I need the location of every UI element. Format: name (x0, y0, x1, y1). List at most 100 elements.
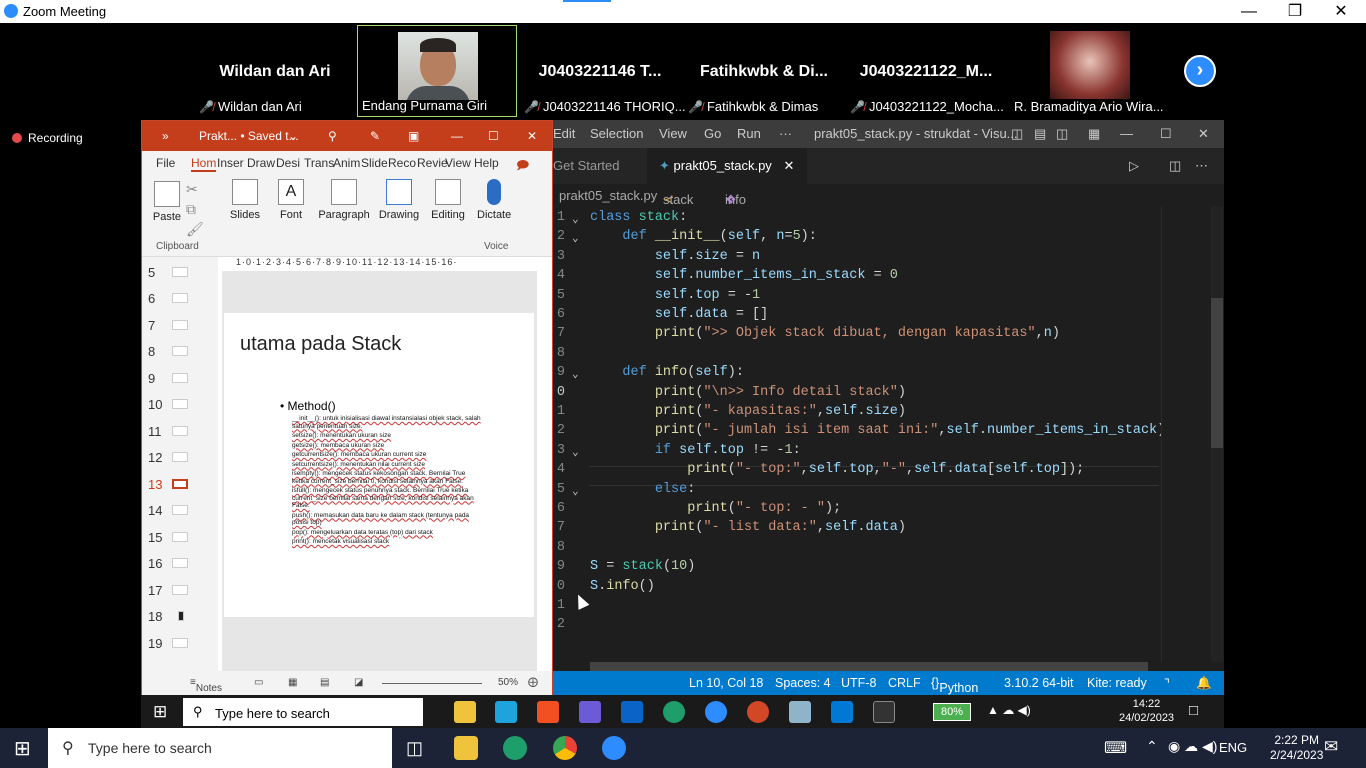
pen-icon[interactable]: ✎ (370, 129, 380, 143)
slide-thumbnail[interactable]: 19 (148, 636, 208, 651)
reading-view-icon[interactable]: ▤ (320, 677, 329, 688)
tab-animations[interactable]: Anim (333, 156, 360, 170)
menu-run[interactable]: Run (737, 126, 761, 141)
slide-thumbnail[interactable]: 9 (148, 371, 208, 386)
code-line[interactable]: print("- jumlah isi item saat ini:",self… (590, 423, 1165, 442)
app-icon[interactable] (579, 701, 601, 723)
layout-icon[interactable]: ▦ (1088, 126, 1100, 142)
action-center-icon[interactable]: □ (1189, 702, 1198, 719)
slideshow-icon[interactable]: ◪ (354, 677, 363, 688)
code-line[interactable]: if self.top != -1: (590, 443, 801, 462)
dictate-button[interactable]: Dictate (477, 179, 511, 221)
mail-icon[interactable] (621, 701, 643, 723)
taskbar-clock[interactable]: 2:22 PM 2/24/2023 (1270, 733, 1323, 763)
zoom-app-icon[interactable] (705, 701, 727, 723)
live-share-icon[interactable]: ⌝ (1164, 676, 1170, 691)
code-line[interactable]: self.number_items_in_stack = 0 (590, 268, 898, 287)
slide-sorter-icon[interactable]: ▦ (288, 677, 297, 688)
tab-transitions[interactable]: Trans (304, 156, 334, 170)
app-icon-l[interactable] (495, 701, 517, 723)
toggle-sidebar-icon[interactable]: ◫ (1011, 126, 1023, 142)
minimize-button[interactable]: — (451, 129, 463, 143)
vscode-icon[interactable] (831, 701, 853, 723)
windows-start-icon[interactable]: ⊞ (14, 736, 31, 761)
close-button[interactable]: ✕ (527, 129, 537, 143)
code-line[interactable]: S.info() (590, 579, 655, 598)
participant-tile[interactable]: J0403221146 T... 🎤̸ J0403221146 THORIQ... (520, 25, 686, 117)
slide-thumbnail[interactable]: 12 (148, 450, 208, 465)
code-line[interactable]: self.top = -1 (590, 288, 760, 307)
slide-thumbnail[interactable]: 18 (148, 609, 208, 624)
participant-tile[interactable]: Wildan dan Ari 🎤̸ Wildan dan Ari (195, 25, 355, 117)
editing-button[interactable]: Editing (428, 179, 468, 221)
menu-selection[interactable]: Selection (590, 126, 643, 141)
zoom-level[interactable]: 50% (498, 677, 518, 688)
slides-button[interactable]: Slides (230, 179, 260, 221)
code-line[interactable]: print("- top: - "); (590, 501, 841, 520)
code-line[interactable]: print("- top:",self.top,"-",self.data[se… (590, 462, 1084, 481)
tab-draw[interactable]: Draw (247, 156, 275, 170)
search-icon[interactable]: ⚲ (328, 129, 337, 143)
tab-file[interactable]: File (156, 156, 175, 170)
code-line[interactable]: print(">> Objek stack dibuat, dengan kap… (590, 326, 1060, 345)
participant-tile[interactable]: R. Bramaditya Ario Wira... (1010, 25, 1170, 117)
normal-view-icon[interactable]: ▭ (254, 677, 263, 688)
format-painter-icon[interactable]: 🖌 (186, 221, 204, 238)
notifications-bell-icon[interactable]: 🔔 (1196, 676, 1212, 691)
windows-start-icon[interactable]: ⊞ (153, 702, 167, 722)
edge-icon[interactable] (503, 736, 527, 760)
code-line[interactable]: class stack: (590, 210, 687, 229)
paste-button[interactable]: Paste (152, 181, 182, 223)
menu-go[interactable]: Go (704, 126, 721, 141)
powerpoint-icon[interactable] (747, 701, 769, 723)
font-button[interactable]: A Font (276, 179, 306, 221)
slide-thumbnail[interactable]: 10 (148, 397, 208, 412)
show-hidden-icons[interactable]: ⌃ (1146, 738, 1158, 755)
tab-slideshow[interactable]: Slide (361, 156, 388, 170)
menu-edit[interactable]: Edit (553, 126, 575, 141)
tab-view[interactable]: View (445, 156, 471, 170)
tab-help[interactable]: Help (474, 156, 499, 170)
zoom-slider[interactable] (382, 683, 482, 684)
shared-clock[interactable]: 14:22 24/02/2023 (1119, 697, 1174, 725)
code-editor[interactable]: 1 ⌄ class stack: 2 ⌄ def __init__(self, n=5)… (553, 206, 1165, 662)
minimap[interactable] (1161, 206, 1211, 662)
slide-thumbnail[interactable]: 8 (148, 344, 208, 359)
tab-record[interactable]: Reco (388, 156, 416, 170)
slide-thumbnail[interactable]: 16 (148, 556, 208, 571)
tab-design[interactable]: Desi (276, 156, 300, 170)
slide-thumbnail[interactable]: 15 (148, 530, 208, 545)
task-view-icon[interactable]: ◫ (406, 738, 423, 759)
close-button[interactable]: ✕ (1318, 1, 1364, 22)
file-explorer-icon[interactable] (454, 701, 476, 723)
cut-icon[interactable]: ✂ (186, 181, 198, 198)
keyboard-icon[interactable]: ⌨ (1104, 738, 1127, 758)
tab-active-file[interactable]: ✦ prakt05_stack.py ✕ (647, 148, 807, 184)
code-line[interactable]: print("- list data:",self.data) (590, 520, 906, 539)
fold-chevron-icon[interactable]: ⌄ (572, 367, 579, 381)
battery-indicator[interactable]: 80% (933, 703, 971, 721)
status-interpreter[interactable]: 3.10.2 64-bit (1004, 676, 1074, 690)
close-button[interactable]: ✕ (1198, 126, 1209, 142)
chrome-icon[interactable] (553, 736, 577, 760)
code-line[interactable]: else: (590, 482, 696, 501)
run-icon[interactable]: ▷ (1129, 158, 1139, 174)
fit-slide-icon[interactable]: ⨁ (528, 677, 538, 688)
shared-search-box[interactable]: ⚲ Type here to search (183, 698, 423, 726)
minimize-button[interactable]: — (1226, 1, 1272, 22)
maximize-button[interactable]: ☐ (488, 129, 499, 143)
code-line[interactable]: print("- kapasitas:",self.size) (590, 404, 906, 423)
slide-thumbnail-selected[interactable]: 13 (148, 477, 208, 492)
slide-canvas[interactable]: utama pada Stack • Method() __init__(): … (224, 313, 534, 617)
toggle-secondary-sidebar-icon[interactable]: ◫ (1056, 126, 1068, 142)
recording-indicator[interactable]: Recording (12, 131, 83, 145)
copy-icon[interactable]: ⧉ (186, 201, 196, 218)
file-explorer-icon[interactable] (454, 736, 478, 760)
slide-thumbnail[interactable]: 7 (148, 318, 208, 333)
status-language[interactable]: {} Python (931, 676, 978, 695)
next-page-button[interactable]: › (1184, 55, 1216, 87)
ppt-doc-title[interactable]: Prakt... • Saved t... (199, 129, 299, 143)
slide-thumbnail[interactable]: 14 (148, 503, 208, 518)
code-line[interactable]: def __init__(self, n=5): (590, 229, 816, 248)
notifications-icon[interactable]: ✉ (1324, 737, 1338, 757)
